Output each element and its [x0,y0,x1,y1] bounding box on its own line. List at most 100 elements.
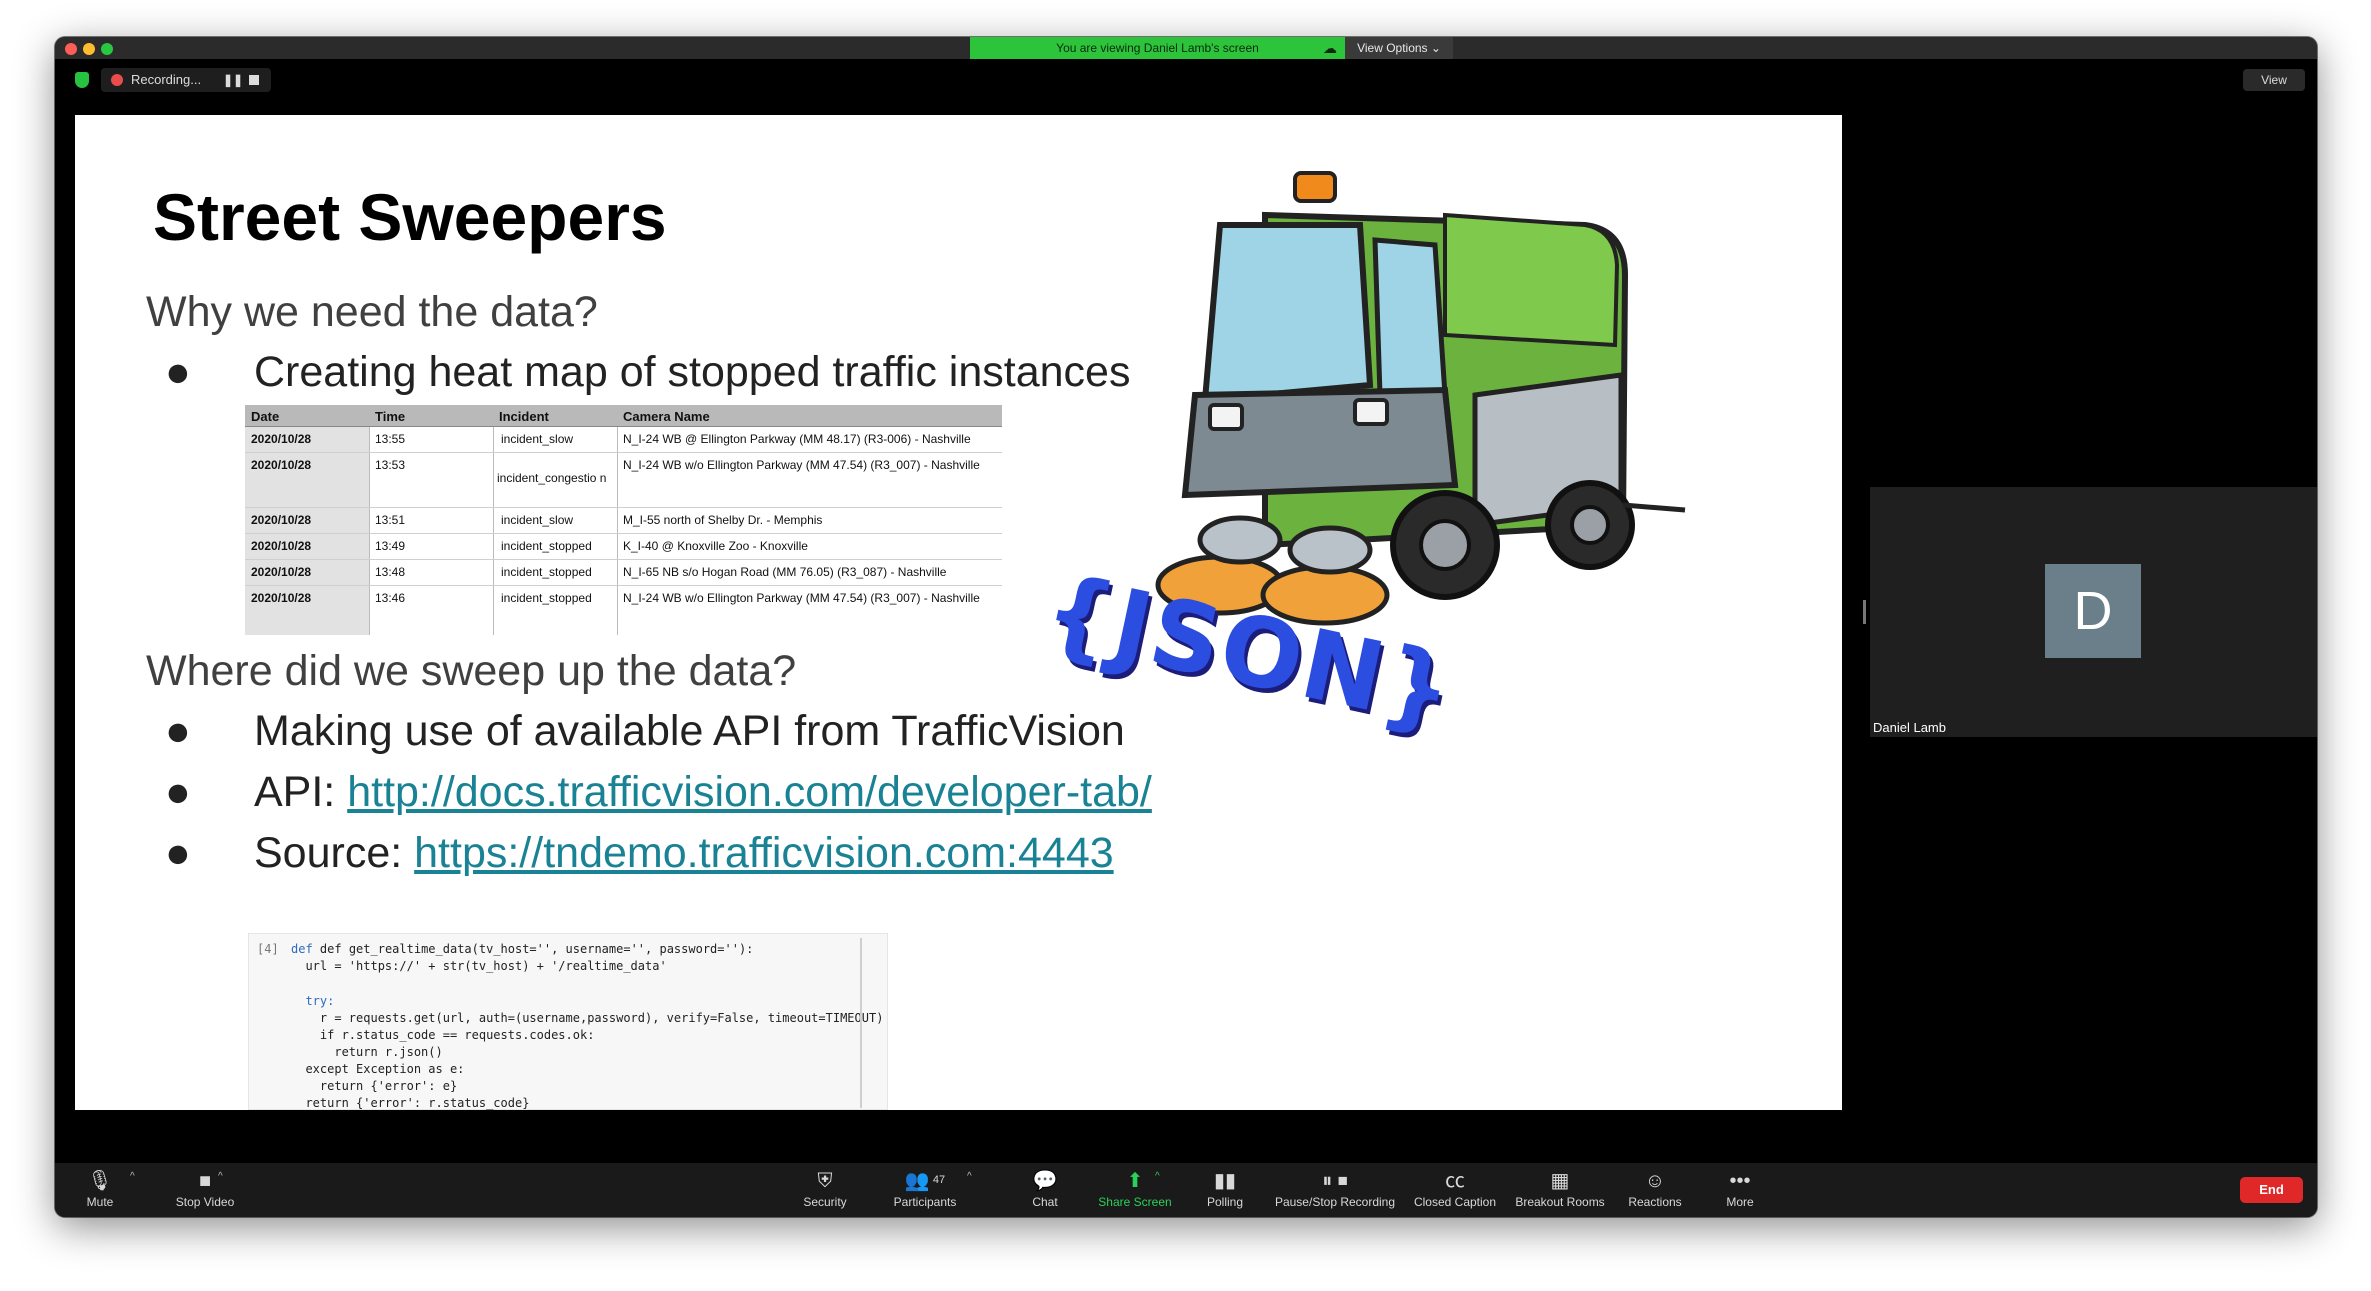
cell-camera: K_I-40 @ Knoxville Zoo - Knoxville [623,539,808,553]
share-screen-caret-icon[interactable]: ^ [1155,1171,1160,1182]
bullet-text: Source: https://tndemo.trafficvision.com… [254,829,1114,878]
api-prefix: API: [254,768,348,816]
cell-camera: N_I-65 NB s/o Hogan Road (MM 76.05) (R3_… [623,565,947,579]
table-row: 2020/10/28 13:49 incident_stopped K_I-40… [245,534,1002,560]
share-screen-button[interactable]: ⬆ Share Screen [1085,1163,1185,1217]
table-header: Date Time Incident Camera Name [245,405,1002,427]
reactions-label: Reactions [1628,1195,1682,1209]
minimize-window-button[interactable] [83,43,95,55]
cell-time: 13:55 [375,432,406,446]
table-row: 2020/10/28 13:48 incident_stopped N_I-65… [245,560,1002,586]
street-sweeper-illustration [1155,171,1686,626]
cell-date: 2020/10/28 [251,458,312,472]
code-line: def def get_realtime_data(tv_host='', us… [291,942,754,956]
cell-camera: M_I-55 north of Shelby Dr. - Memphis [623,513,823,527]
participant-avatar: D [2045,564,2141,658]
cloud-icon: ☁ [1323,40,1337,56]
view-layout-button[interactable]: View [2243,69,2305,91]
polling-label: Polling [1206,1195,1244,1209]
grid-icon: ▦ [1550,1170,1570,1192]
participants-button[interactable]: 👥 47 Participants [875,1163,975,1217]
code-scrollbar [860,938,862,1108]
bar-chart-icon: ▮▮ [1213,1170,1236,1192]
cell-camera: N_I-24 WB w/o Ellington Parkway (MM 47.5… [623,458,980,472]
chat-button[interactable]: 💬 Chat [1005,1163,1085,1217]
source-prefix: Source: [254,829,415,877]
security-label: Security [803,1195,847,1209]
breakout-rooms-button[interactable]: ▦ Breakout Rooms [1505,1163,1615,1217]
participants-caret-icon[interactable]: ^ [967,1171,972,1182]
code-line: return {'error': r.status_code} [291,1096,530,1110]
cell-incident: incident_congestio n [497,471,607,485]
participants-count: 47 [932,1174,946,1186]
code-line: return {'error': e} [291,1079,458,1093]
close-window-button[interactable] [65,43,77,55]
polling-button[interactable]: ▮▮ Polling [1185,1163,1265,1217]
header-incident: Incident [499,409,549,424]
header-camera: Camera Name [623,409,710,424]
recording-cloud-icon [111,74,123,86]
viewing-banner: You are viewing Daniel Lamb's screen ☁ [970,37,1345,59]
bullet-dot: ● [165,707,191,755]
cell-date: 2020/10/28 [251,513,312,527]
bullet-dot: ● [165,768,191,816]
recording-indicator: Recording... ❚❚ [101,68,271,92]
stop-recording-icon[interactable] [249,75,259,85]
code-line: r = requests.get(url, auth=(username,pas… [291,1011,884,1025]
slide-title: Street Sweepers [153,180,667,254]
ellipsis-icon: ••• [1729,1170,1751,1192]
end-meeting-button[interactable]: End [2240,1177,2303,1203]
encryption-shield-icon [75,72,89,88]
cell-time: 13:49 [375,539,406,553]
mute-options-caret-icon[interactable]: ^ [130,1171,135,1182]
panel-resize-handle[interactable] [1863,600,1866,624]
viewing-banner-text: You are viewing Daniel Lamb's screen [1056,41,1259,55]
closed-caption-button[interactable]: ㏄ Closed Caption [1405,1163,1505,1217]
bullet-dot: ● [165,348,191,396]
table-row: 2020/10/28 13:53 incident_congestio n N_… [245,453,1002,508]
shield-icon: ⛨ [817,1170,833,1192]
cc-icon: ㏄ [1445,1170,1465,1192]
cell-incident: incident_slow [501,432,574,446]
code-text: def get_realtime_data(tv_host='', userna… [319,942,754,956]
meeting-toolbar: 🎙 Mute ^ ■ Stop Video ^ ⛨ Security 👥 47 P… [55,1163,2317,1217]
participant-name: Daniel Lamb [1873,720,1946,735]
cell-time: 13:53 [375,458,406,472]
security-button[interactable]: ⛨ Security [785,1163,865,1217]
pause-stop-icon: ⏸ ⏹ [1322,1170,1348,1192]
stop-video-button[interactable]: ■ Stop Video [145,1163,265,1217]
api-docs-link[interactable]: http://docs.trafficvision.com/developer-… [347,768,1152,816]
title-bar: You are viewing Daniel Lamb's screen ☁ V… [55,37,2317,59]
recording-label: Recording... [131,72,202,87]
pause-stop-recording-label: Pause/Stop Recording [1274,1195,1396,1209]
video-options-caret-icon[interactable]: ^ [218,1171,223,1182]
source-link[interactable]: https://tndemo.trafficvision.com:4443 [414,829,1114,877]
participants-icon: 👥 47 [904,1170,946,1192]
code-line: url = 'https://' + str(tv_host) + '/real… [291,959,667,973]
code-line: return r.json() [291,1045,443,1059]
pause-stop-recording-button[interactable]: ⏸ ⏹ Pause/Stop Recording [1265,1163,1405,1217]
code-line: if r.status_code == requests.codes.ok: [291,1028,595,1042]
cell-incident: incident_slow [501,513,574,527]
zoom-window-button[interactable] [101,43,113,55]
more-button[interactable]: ••• More [1700,1163,1780,1217]
chat-label: Chat [1032,1195,1058,1209]
shared-slide: Street Sweepers Why we need the data? ● … [75,115,1842,1110]
question-where: Where did we sweep up the data? [146,647,797,695]
code-snippet: [4] def def get_realtime_data(tv_host=''… [248,933,888,1110]
code-line: try: [291,994,335,1008]
bullet-text: Making use of available API from Traffic… [254,707,1125,755]
table-row: 2020/10/28 13:51 incident_slow M_I-55 no… [245,508,1002,534]
cell-label: [4] [257,942,279,956]
more-label: More [1726,1195,1754,1209]
share-screen-arrow-icon: ⬆ [1126,1170,1144,1192]
bullet-dot: ● [165,829,191,877]
view-options-button[interactable]: View Options ⌄ [1345,37,1453,59]
cell-camera: N_I-24 WB @ Ellington Parkway (MM 48.17)… [623,432,971,446]
header-date: Date [251,409,280,424]
cell-time: 13:46 [375,591,406,605]
cell-incident: incident_stopped [501,591,592,605]
reactions-button[interactable]: ☺ Reactions [1615,1163,1695,1217]
pause-recording-icon[interactable]: ❚❚ [223,68,243,92]
cell-date: 2020/10/28 [251,565,312,579]
